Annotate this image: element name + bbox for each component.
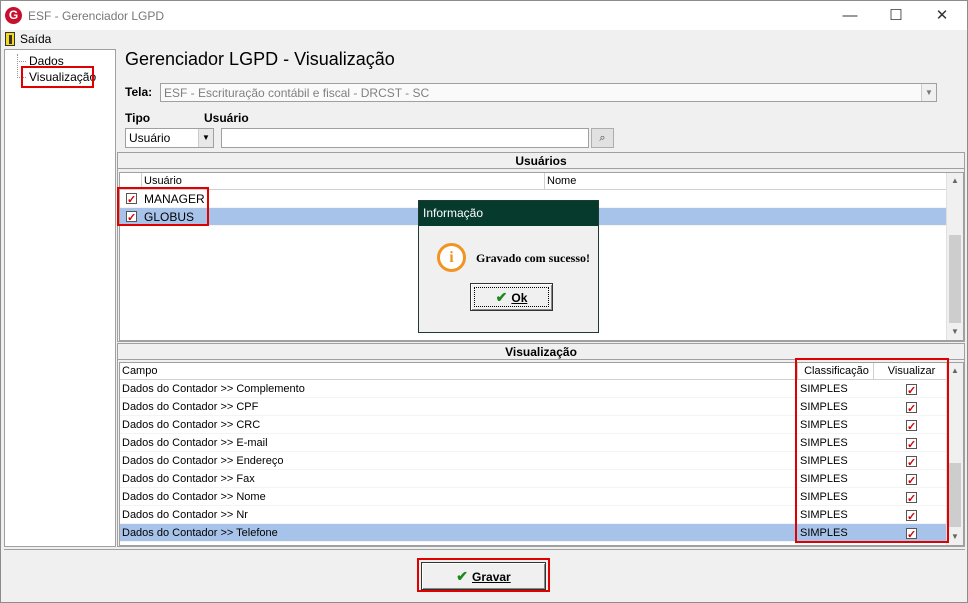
tree-connector: [17, 61, 26, 62]
campo-cell: Dados do Contador >> Telefone: [122, 527, 278, 539]
close-button[interactable]: ✕: [919, 1, 965, 30]
minimize-button[interactable]: —: [827, 1, 873, 30]
navigation-tree: Dados Visualização: [4, 49, 116, 547]
search-button[interactable]: ⌕: [591, 128, 614, 148]
highlight-box: [117, 187, 209, 226]
info-icon: i: [437, 243, 466, 272]
campo-cell: Dados do Contador >> Endereço: [122, 455, 284, 467]
focus-outline: [474, 287, 549, 307]
chevron-down-icon[interactable]: ▼: [198, 129, 213, 147]
menu-bar: Saída: [1, 30, 967, 48]
dialog-message: Gravado com sucesso!: [476, 251, 590, 265]
window-title: ESF - Gerenciador LGPD: [28, 9, 165, 23]
campo-cell: Dados do Contador >> E-mail: [122, 437, 268, 449]
tela-select[interactable]: ESF - Escrituração contábil e fiscal - D…: [160, 83, 937, 102]
highlight-box: [795, 358, 949, 543]
scroll-up-icon[interactable]: ▲: [947, 363, 963, 379]
tree-connector: [17, 54, 18, 78]
door-exit-icon[interactable]: [5, 32, 15, 46]
tipo-select-value: Usuário: [129, 131, 171, 145]
maximize-button[interactable]: ☐: [873, 1, 919, 30]
campo-cell: Dados do Contador >> Fax: [122, 473, 255, 485]
page-title: Gerenciador LGPD - Visualização: [125, 49, 395, 69]
menu-exit[interactable]: Saída: [20, 32, 51, 46]
usuario-input[interactable]: [221, 128, 589, 148]
column-header-nome[interactable]: Nome: [545, 173, 948, 190]
title-bar: G ESF - Gerenciador LGPD — ☐ ✕: [1, 1, 967, 30]
campo-cell: Dados do Contador >> CPF: [122, 401, 259, 413]
main-window: G ESF - Gerenciador LGPD — ☐ ✕ Saída Dad…: [0, 0, 968, 603]
chevron-down-icon[interactable]: ▼: [921, 84, 936, 101]
scroll-down-icon[interactable]: ▼: [947, 324, 963, 340]
scroll-thumb[interactable]: [949, 463, 961, 527]
users-scrollbar[interactable]: ▲ ▼: [946, 173, 963, 340]
app-logo-icon: G: [5, 7, 22, 24]
highlight-box: [417, 558, 550, 592]
campo-cell: Dados do Contador >> Nome: [122, 491, 266, 503]
campo-cell: Dados do Contador >> Complemento: [122, 383, 305, 395]
tipo-label: Tipo: [125, 111, 151, 125]
info-dialog: Informação i Gravado com sucesso! ✔ Ok: [418, 200, 599, 333]
tela-label: Tela:: [125, 85, 153, 99]
tela-select-value: ESF - Escrituração contábil e fiscal - D…: [164, 86, 430, 100]
scroll-thumb[interactable]: [949, 235, 961, 323]
users-panel-title: Usuários: [118, 153, 964, 169]
campo-cell: Dados do Contador >> CRC: [122, 419, 261, 431]
dialog-title: Informação: [419, 201, 598, 226]
highlight-box: [21, 66, 94, 88]
ok-button[interactable]: ✔ Ok: [470, 283, 553, 311]
tipo-select[interactable]: Usuário ▼: [125, 128, 214, 148]
binoculars-icon: ⌕: [599, 132, 606, 144]
usuario-label: Usuário: [204, 111, 249, 125]
scroll-down-icon[interactable]: ▼: [947, 529, 963, 545]
column-header-campo[interactable]: Campo: [120, 363, 798, 380]
scroll-up-icon[interactable]: ▲: [947, 173, 963, 189]
campo-cell: Dados do Contador >> Nr: [122, 509, 248, 521]
